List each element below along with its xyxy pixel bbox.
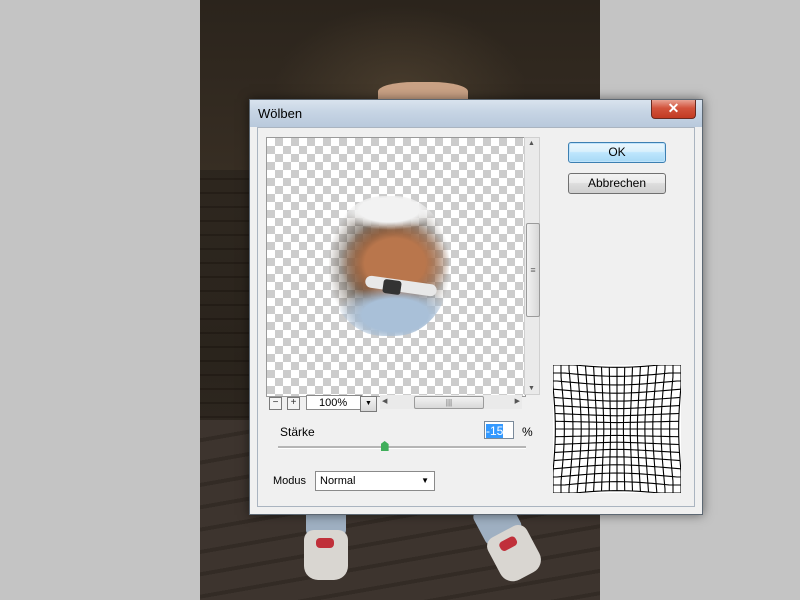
pinch-dialog: Wölben ✕ ▲ ≡ ▼ − + 100% ▼ ◀ ||| ▶ OK Abb… bbox=[249, 99, 703, 515]
zoom-level-field[interactable]: 100% bbox=[306, 395, 362, 410]
mode-label: Modus bbox=[273, 475, 307, 487]
preview-image bbox=[329, 196, 449, 336]
mode-select[interactable]: Normal ▼ bbox=[315, 471, 435, 491]
arrow-up-icon[interactable]: ▲ bbox=[528, 140, 535, 147]
preview-horizontal-scrollbar[interactable]: ◀ ||| ▶ bbox=[380, 395, 522, 409]
grid-line-horizontal bbox=[553, 365, 681, 368]
grid-line-horizontal bbox=[553, 490, 681, 493]
ok-button[interactable]: OK bbox=[568, 142, 666, 163]
grid-line-vertical bbox=[553, 365, 556, 493]
arrow-left-icon[interactable]: ◀ bbox=[382, 397, 387, 405]
mode-selected-value: Normal bbox=[320, 475, 356, 487]
chevron-down-icon: ▼ bbox=[421, 476, 429, 485]
horizontal-scroll-thumb[interactable]: ||| bbox=[414, 396, 484, 409]
dialog-titlebar[interactable]: Wölben ✕ bbox=[250, 100, 702, 127]
amount-label: Stärke bbox=[280, 425, 315, 439]
zoom-out-button[interactable]: − bbox=[269, 397, 282, 410]
close-icon: ✕ bbox=[667, 100, 680, 116]
vertical-scroll-thumb[interactable]: ≡ bbox=[526, 223, 540, 317]
arrow-down-icon[interactable]: ▼ bbox=[528, 385, 535, 392]
distortion-grid-preview bbox=[553, 365, 681, 493]
preview-vertical-scrollbar[interactable]: ▲ ≡ ▼ bbox=[524, 137, 540, 395]
arrow-right-icon[interactable]: ▶ bbox=[515, 397, 520, 405]
close-button[interactable]: ✕ bbox=[651, 100, 696, 119]
dialog-title: Wölben bbox=[258, 106, 303, 121]
amount-input[interactable]: -15 bbox=[484, 421, 514, 439]
amount-slider-thumb[interactable] bbox=[380, 441, 389, 451]
cancel-button[interactable]: Abbrechen bbox=[568, 173, 666, 194]
grid-line-vertical bbox=[678, 365, 681, 493]
amount-slider[interactable] bbox=[278, 441, 526, 451]
amount-unit: % bbox=[522, 425, 533, 439]
chevron-down-icon[interactable]: ▼ bbox=[360, 396, 377, 412]
zoom-in-button[interactable]: + bbox=[287, 397, 300, 410]
preview-buckle bbox=[382, 278, 402, 296]
amount-value: -15 bbox=[486, 424, 504, 438]
preview-toolbar: − + 100% ▼ ◀ ||| ▶ bbox=[266, 395, 540, 412]
dialog-content: ▲ ≡ ▼ − + 100% ▼ ◀ ||| ▶ OK Abbrechen St… bbox=[257, 127, 695, 507]
filter-preview[interactable] bbox=[266, 137, 526, 397]
